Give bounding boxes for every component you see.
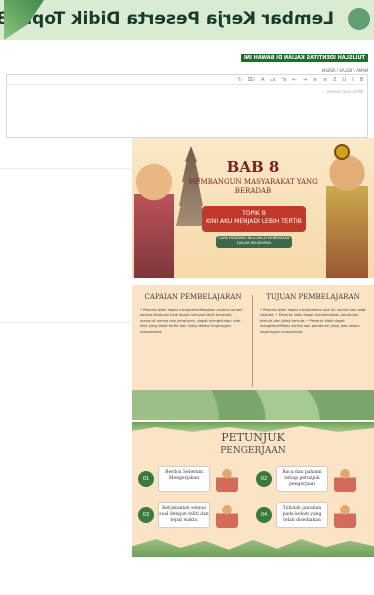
column-divider — [252, 295, 253, 387]
instructions-slide: PETUNJUK PENGERJAAN 01 Berdoa Sebelum Me… — [132, 422, 374, 557]
step-text: Baca dan pahami setiap petunjuk pengerja… — [276, 466, 328, 492]
editor-placeholder: Write your answer... — [323, 89, 363, 94]
lkpd-banner: Lembar Kerja Peserta Didik Topik B — [0, 0, 374, 40]
step-number: 03 — [138, 507, 154, 523]
topic-line-1: TOPIK B — [242, 210, 266, 217]
bullet-list-button[interactable]: ≡ — [323, 77, 327, 83]
theme-line-2: BERADAB — [234, 187, 272, 195]
theme-line-1: MEMBANGUN MASYARAKAT YANG — [188, 178, 318, 186]
step-number: 02 — [256, 471, 272, 487]
instruction-step: 02 Baca dan pahami setiap petunjuk penge… — [254, 464, 362, 494]
text-color-button[interactable]: A — [261, 77, 264, 83]
answer-editor[interactable]: B I U S ≡ ≡ ⇤ ⇥ x² x₂ A ⌫ ↺ Write your a… — [6, 74, 368, 138]
praying-student-illustration — [216, 466, 238, 492]
topic-subtitle: CARA PANDANG NILAI-NILAI KEBENARAN DALAM… — [216, 236, 292, 248]
banner-title: Lembar Kerja Peserta Didik Topik B — [0, 9, 334, 29]
instructions-subtitle: PENGERJAAN — [220, 446, 286, 456]
instruction-step: 03 Kerjakanlah semua soal dengan teliti … — [136, 500, 244, 530]
learning-outcomes-slide: CAPAIAN PEMBELAJARAN • Peserta didik dap… — [132, 285, 374, 420]
cloud-decoration — [132, 390, 374, 420]
step-text: Tulislah jawaban pada kolom yang telah d… — [276, 502, 328, 528]
leaf-decoration-icon — [348, 8, 370, 30]
identity-field-label: NAMA / KELAS / ABSEN: — [320, 68, 368, 73]
outdent-button[interactable]: ⇤ — [303, 77, 307, 83]
topic-line-2: KINI AKU MENJADI LEBIH TERTIB — [206, 218, 302, 225]
outcomes-title: CAPAIAN PEMBELAJARAN — [144, 293, 242, 301]
strikethrough-button[interactable]: S — [333, 77, 336, 83]
undo-button[interactable]: ↺ — [238, 77, 242, 83]
step-text: Kerjakanlah semua soal dengan teliti dan… — [158, 502, 210, 528]
number-list-button[interactable]: ≡ — [313, 77, 317, 83]
clear-format-button[interactable]: ⌫ — [248, 77, 255, 83]
subscript-button[interactable]: x₂ — [270, 77, 275, 83]
instruction-step: 04 Tulislah jawaban pada kolom yang tela… — [254, 500, 362, 530]
chapter-theme: MEMBANGUN MASYARAKAT YANG BERADAB — [172, 178, 334, 196]
italic-button[interactable]: I — [352, 77, 353, 83]
reading-student-illustration — [334, 466, 356, 492]
objectives-text: • Peserta didik dapat menjelaskan apa it… — [260, 308, 366, 334]
cover-slide: BAB 8 MEMBANGUN MASYARAKAT YANG BERADAB … — [132, 138, 374, 278]
dancer-left-illustration — [134, 158, 174, 278]
indent-button[interactable]: ⇥ — [292, 77, 296, 83]
outcomes-column: CAPAIAN PEMBELAJARAN • Peserta didik dap… — [136, 293, 250, 335]
section-title: TULISLAH IDENTITAS KALIAN DI BAWAH INI — [241, 54, 368, 62]
working-student-illustration — [216, 502, 238, 528]
superscript-button[interactable]: x² — [281, 77, 286, 83]
writing-student-illustration — [334, 502, 356, 528]
editor-toolbar: B I U S ≡ ≡ ⇤ ⇥ x² x₂ A ⌫ ↺ — [7, 75, 367, 85]
step-text: Berdoa Sebelum Mengerjakan — [158, 466, 210, 492]
objectives-column: TUJUAN PEMBELAJARAN • Peserta didik dapa… — [256, 293, 370, 335]
instructions-title: PETUNJUK — [221, 431, 285, 444]
instruction-step: 01 Berdoa Sebelum Mengerjakan — [136, 464, 244, 494]
underline-button[interactable]: U — [342, 77, 346, 83]
topic-badge: TOPIK B KINI AKU MENJADI LEBIH TERTIB — [202, 206, 306, 232]
chapter-title: BAB 8 — [226, 158, 280, 176]
objectives-title: TUJUAN PEMBELAJARAN — [266, 293, 360, 301]
step-number: 01 — [138, 471, 154, 487]
leaf-decoration — [132, 539, 374, 557]
outcomes-text: • Peserta didik dapat mengidentifikasika… — [140, 308, 243, 334]
bold-button[interactable]: B — [360, 77, 363, 83]
worksheet-page: TULISLAH IDENTITAS KALIAN DI BAWAH INI N… — [0, 40, 374, 595]
step-number: 04 — [256, 507, 272, 523]
